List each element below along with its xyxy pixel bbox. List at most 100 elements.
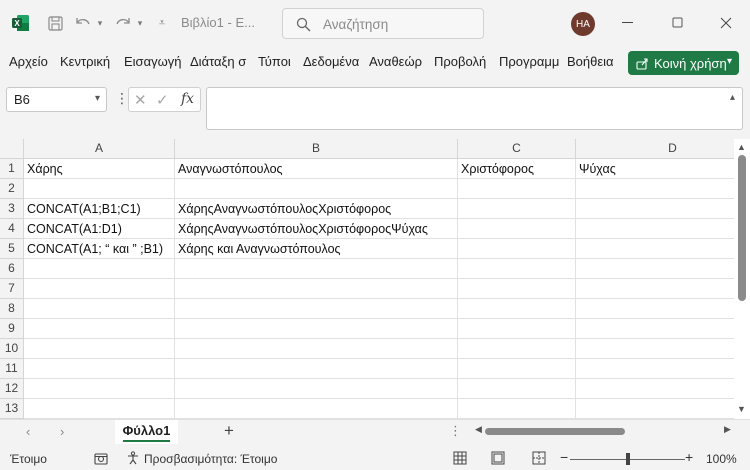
- cell-b5[interactable]: Χάρης και Αναγνωστόπουλος: [175, 239, 458, 259]
- redo-dropdown-icon[interactable]: ▾: [135, 13, 145, 33]
- cell-c3[interactable]: [458, 199, 576, 219]
- next-sheet-icon[interactable]: ›: [60, 424, 64, 439]
- cell-c7[interactable]: [458, 279, 576, 299]
- enter-icon[interactable]: ✓: [156, 91, 169, 109]
- redo-icon[interactable]: [113, 13, 133, 33]
- scroll-left-icon[interactable]: ◀: [475, 424, 482, 435]
- cell-a11[interactable]: [24, 359, 175, 379]
- cell-d13[interactable]: [576, 399, 750, 419]
- worksheet-grid[interactable]: A B C D 1 Χάρης Αναγνωστόπουλος Χριστόφορος…: [0, 139, 750, 419]
- row-header-12[interactable]: 12: [0, 379, 24, 399]
- more-tabs-icon[interactable]: ⋮: [449, 423, 462, 439]
- row-header-9[interactable]: 9: [0, 319, 24, 339]
- tab-page-layout[interactable]: Διάταξη σ: [190, 54, 250, 69]
- cell-d6[interactable]: [576, 259, 750, 279]
- tab-file[interactable]: Αρχείο: [9, 54, 48, 69]
- save-icon[interactable]: [45, 13, 65, 33]
- tab-developer[interactable]: Προγραμμ: [499, 54, 559, 69]
- user-avatar[interactable]: HA: [571, 12, 595, 36]
- cell-a13[interactable]: [24, 399, 175, 419]
- cell-b2[interactable]: [175, 179, 458, 199]
- row-header-1[interactable]: 1: [0, 159, 24, 179]
- cell-c4[interactable]: [458, 219, 576, 239]
- cell-d8[interactable]: [576, 299, 750, 319]
- page-layout-view-icon[interactable]: [491, 451, 505, 465]
- cell-a4[interactable]: CONCAT(A1:D1): [24, 219, 175, 239]
- column-header-c[interactable]: C: [458, 139, 576, 159]
- cell-d3[interactable]: [576, 199, 750, 219]
- add-sheet-button[interactable]: +: [224, 421, 234, 441]
- row-header-3[interactable]: 3: [0, 199, 24, 219]
- horizontal-scrollbar[interactable]: ◀ ▶: [475, 423, 734, 439]
- close-icon[interactable]: [716, 13, 736, 33]
- share-button[interactable]: Κοινή χρήση ▾: [628, 51, 739, 75]
- cell-b10[interactable]: [175, 339, 458, 359]
- cell-c2[interactable]: [458, 179, 576, 199]
- cell-b11[interactable]: [175, 359, 458, 379]
- zoom-out-button[interactable]: −: [560, 449, 568, 465]
- cell-b13[interactable]: [175, 399, 458, 419]
- row-header-7[interactable]: 7: [0, 279, 24, 299]
- row-header-6[interactable]: 6: [0, 259, 24, 279]
- tab-help[interactable]: Βοήθεια: [567, 54, 614, 69]
- name-box[interactable]: B6 ▾: [6, 87, 107, 112]
- cell-c13[interactable]: [458, 399, 576, 419]
- cell-c6[interactable]: [458, 259, 576, 279]
- cell-a9[interactable]: [24, 319, 175, 339]
- cell-a10[interactable]: [24, 339, 175, 359]
- undo-dropdown-icon[interactable]: ▾: [95, 13, 105, 33]
- cell-d1[interactable]: Ψύχας: [576, 159, 750, 179]
- scroll-up-icon[interactable]: ▲: [737, 142, 746, 152]
- cell-d11[interactable]: [576, 359, 750, 379]
- row-header-5[interactable]: 5: [0, 239, 24, 259]
- cell-d4[interactable]: [576, 219, 750, 239]
- undo-icon[interactable]: [73, 13, 93, 33]
- cell-a8[interactable]: [24, 299, 175, 319]
- tab-view[interactable]: Προβολή: [434, 54, 486, 69]
- vertical-scrollbar[interactable]: ▲ ▼: [734, 139, 750, 419]
- cell-c5[interactable]: [458, 239, 576, 259]
- cell-a3[interactable]: CONCAT(A1;B1;C1): [24, 199, 175, 219]
- cell-c12[interactable]: [458, 379, 576, 399]
- zoom-level[interactable]: 100%: [706, 452, 737, 466]
- select-all-corner[interactable]: [0, 139, 24, 159]
- insert-function-icon[interactable]: fx: [181, 91, 194, 107]
- cell-a2[interactable]: [24, 179, 175, 199]
- scroll-down-icon[interactable]: ▼: [737, 404, 746, 414]
- row-header-2[interactable]: 2: [0, 179, 24, 199]
- cell-b6[interactable]: [175, 259, 458, 279]
- cell-d7[interactable]: [576, 279, 750, 299]
- cell-b4[interactable]: ΧάρηςΑναγνωστόπουλοςΧριστόφοροςΨύχας: [175, 219, 458, 239]
- cell-b1[interactable]: Αναγνωστόπουλος: [175, 159, 458, 179]
- cell-a5[interactable]: CONCAT(A1; “ και ” ;B1): [24, 239, 175, 259]
- cell-d9[interactable]: [576, 319, 750, 339]
- more-options-icon[interactable]: ⋮: [115, 90, 129, 107]
- cell-a6[interactable]: [24, 259, 175, 279]
- prev-sheet-icon[interactable]: ‹: [26, 424, 30, 439]
- cell-b7[interactable]: [175, 279, 458, 299]
- tab-formulas[interactable]: Τύποι: [258, 54, 291, 69]
- cell-c11[interactable]: [458, 359, 576, 379]
- row-header-4[interactable]: 4: [0, 219, 24, 239]
- row-header-13[interactable]: 13: [0, 399, 24, 419]
- cell-a1[interactable]: Χάρης: [24, 159, 175, 179]
- tab-review[interactable]: Αναθεώρ: [369, 54, 422, 69]
- customize-toolbar-icon[interactable]: ⩡: [155, 13, 169, 33]
- cell-d5[interactable]: [576, 239, 750, 259]
- row-header-10[interactable]: 10: [0, 339, 24, 359]
- maximize-icon[interactable]: [668, 13, 688, 33]
- zoom-slider-thumb[interactable]: [626, 453, 630, 465]
- macro-record-icon[interactable]: [94, 452, 108, 465]
- chevron-down-icon[interactable]: ▾: [95, 93, 100, 104]
- cell-d12[interactable]: [576, 379, 750, 399]
- scroll-right-icon[interactable]: ▶: [724, 424, 731, 435]
- cell-d2[interactable]: [576, 179, 750, 199]
- cell-c1[interactable]: Χριστόφορος: [458, 159, 576, 179]
- accessibility-icon[interactable]: [126, 451, 140, 465]
- cell-b8[interactable]: [175, 299, 458, 319]
- vertical-scroll-thumb[interactable]: [738, 155, 746, 301]
- column-header-b[interactable]: B: [175, 139, 458, 159]
- cancel-icon[interactable]: ✕: [134, 91, 147, 109]
- cell-d10[interactable]: [576, 339, 750, 359]
- row-header-11[interactable]: 11: [0, 359, 24, 379]
